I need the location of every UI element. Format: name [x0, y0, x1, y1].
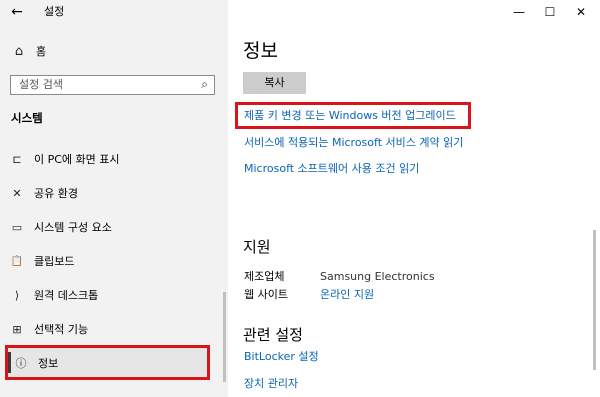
- clipboard-icon: 📋: [10, 255, 24, 267]
- sidebar-item-label: 홈: [36, 45, 47, 58]
- sidebar-item-label: 클립보드: [34, 255, 75, 268]
- sidebar-item-label: 공유 환경: [34, 187, 78, 200]
- license-terms-link[interactable]: Microsoft 소프트웨어 사용 조건 읽기: [244, 161, 419, 177]
- sidebar-item-optional-features[interactable]: ⊞ 선택적 기능: [10, 319, 210, 339]
- sidebar-scrollbar[interactable]: [223, 292, 226, 382]
- close-icon[interactable]: ✕: [569, 2, 593, 22]
- sidebar-item-project-to-pc[interactable]: ⊏ 이 PC에 화면 표시: [10, 149, 210, 169]
- sidebar: ← 설정 ⌂ 홈 설정 검색 ⌕ 시스템 ⊏ 이 PC에 화면 표시 ✕ 공유 …: [0, 0, 228, 397]
- services-agreement-link[interactable]: 서비스에 적용되는 Microsoft 서비스 계약 읽기: [244, 135, 463, 151]
- back-arrow-icon[interactable]: ←: [6, 2, 28, 22]
- sidebar-item-label: 선택적 기능: [34, 323, 89, 336]
- about-info-icon: ⓘ: [15, 356, 27, 370]
- support-heading: 지원: [243, 238, 271, 256]
- search-input[interactable]: 설정 검색 ⌕: [10, 75, 215, 95]
- minimize-icon[interactable]: —: [507, 2, 531, 22]
- window-title: 설정: [44, 5, 65, 18]
- main-scrollbar[interactable]: [593, 230, 596, 370]
- sidebar-item-about[interactable]: ⓘ 정보: [5, 345, 210, 380]
- sidebar-item-clipboard[interactable]: 📋 클립보드: [10, 251, 210, 271]
- remote-desktop-icon: ⟩: [14, 288, 20, 302]
- project-to-pc-icon: ⊏: [12, 152, 22, 166]
- sidebar-item-remote-desktop[interactable]: ⟩ 원격 데스크톱: [10, 285, 210, 305]
- sidebar-item-label: 원격 데스크톱: [34, 289, 99, 302]
- sidebar-item-system-components[interactable]: ▭ 시스템 구성 요소: [10, 217, 210, 237]
- sidebar-item-home[interactable]: ⌂ 홈: [12, 41, 46, 61]
- shared-experiences-icon: ✕: [12, 186, 22, 200]
- manufacturer-value: Samsung Electronics: [320, 270, 435, 283]
- selected-indicator: [8, 352, 11, 373]
- system-components-icon: ▭: [11, 220, 23, 234]
- device-manager-link[interactable]: 장치 관리자: [244, 376, 298, 392]
- manufacturer-label: 제조업체: [244, 270, 285, 283]
- sidebar-item-label: 이 PC에 화면 표시: [34, 153, 120, 166]
- page-title: 정보: [243, 40, 278, 62]
- search-placeholder: 설정 검색: [19, 78, 63, 91]
- sidebar-item-label: 정보: [38, 356, 59, 370]
- copy-button[interactable]: 복사: [243, 72, 306, 94]
- online-support-link[interactable]: 온라인 지원: [320, 287, 374, 303]
- sidebar-item-shared-experiences[interactable]: ✕ 공유 환경: [10, 183, 210, 203]
- related-settings-heading: 관련 설정: [243, 326, 303, 344]
- sidebar-item-label: 시스템 구성 요소: [34, 221, 112, 234]
- maximize-icon[interactable]: ☐: [538, 2, 562, 22]
- section-label-system: 시스템: [11, 111, 43, 125]
- change-product-key-link[interactable]: 제품 키 변경 또는 Windows 버전 업그레이드: [244, 108, 456, 124]
- website-label: 웹 사이트: [244, 288, 288, 301]
- home-icon: ⌂: [14, 43, 24, 59]
- bitlocker-settings-link[interactable]: BitLocker 설정: [244, 349, 319, 365]
- optional-features-icon: ⊞: [12, 322, 22, 336]
- search-icon[interactable]: ⌕: [201, 77, 208, 92]
